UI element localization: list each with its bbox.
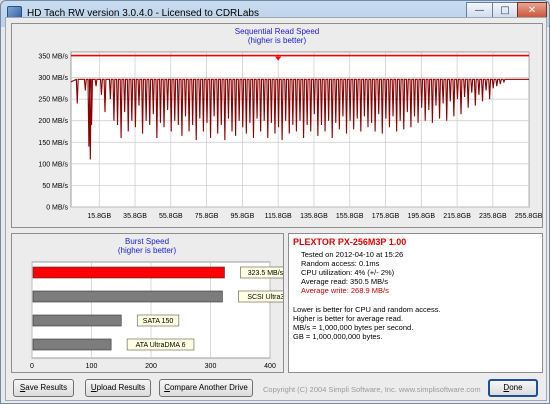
seq-y-tick-label: 100 MB/s	[38, 161, 68, 168]
burst-chart-subtitle: (higher is better)	[118, 246, 177, 255]
burst-x-tick-label: 400	[264, 363, 276, 370]
seq-x-tick-label: 115.8GB	[265, 213, 292, 220]
burst-bar	[32, 338, 112, 351]
seq-y-tick-label: 250 MB/s	[38, 97, 68, 104]
cpu-utilization: CPU utilization: 4% (+/- 2%)	[301, 268, 395, 277]
seq-x-tick-label: 95.8GB	[231, 213, 255, 220]
sequential-read-chart: Sequential Read Speed(higher is better) 0…	[38, 27, 542, 220]
drive-info-panel: PLEXTOR PX-256M3P 1.00 Tested on 2012-04…	[288, 233, 543, 373]
seq-x-tick-label: 75.8GB	[195, 213, 219, 220]
seq-x-tick-label: 55.8GB	[159, 213, 183, 220]
seq-y-tick-label: 200 MB/s	[38, 118, 68, 125]
random-access: Random access: 0.1ms	[301, 259, 380, 268]
seq-y-tick-label: 150 MB/s	[38, 140, 68, 147]
burst-x-tick-label: 100	[86, 363, 98, 370]
seq-x-tick-label: 255.8GB	[515, 213, 542, 220]
seq-y-tick-label: 0 MB/s	[46, 205, 68, 212]
drive-name: PLEXTOR PX-256M3P 1.00	[293, 237, 407, 247]
average-read: Average read: 350.5 MB/s	[301, 277, 388, 286]
burst-bar	[32, 266, 225, 279]
note-line: GB = 1,000,000,000 bytes.	[293, 332, 383, 341]
burst-x-tick-label: 300	[205, 363, 217, 370]
seq-y-tick-label: 50 MB/s	[42, 183, 68, 190]
tested-date: Tested on 2012-04-10 at 15:26	[301, 250, 404, 259]
burst-bar	[32, 290, 223, 303]
burst-bar	[32, 314, 122, 327]
burst-x-tick-label: 200	[145, 363, 157, 370]
seq-chart-title: Sequential Read Speed	[235, 27, 320, 36]
save-results-label: ave Results	[25, 383, 68, 392]
seq-x-tick-label: 175.8GB	[372, 213, 400, 220]
seq-y-tick-label: 300 MB/s	[38, 75, 68, 82]
note-line: MB/s = 1,000,000 bytes per second.	[293, 323, 414, 332]
seq-chart-subtitle: (higher is better)	[248, 36, 307, 45]
burst-x-tick-label: 0	[30, 363, 34, 370]
seq-x-tick-label: 155.8GB	[336, 213, 364, 220]
seq-x-tick-label: 195.8GB	[407, 213, 435, 220]
note-line: Higher is better for average read.	[293, 314, 404, 323]
save-results-button[interactable]: Save Results	[13, 379, 74, 397]
seq-y-tick-label: 350 MB/s	[38, 54, 68, 61]
done-label: one	[509, 383, 523, 392]
burst-speed-panel: Burst Speed (higher is better) 0 100 200 300 4…	[11, 233, 302, 373]
compare-drive-button[interactable]: Compare Another Drive	[159, 379, 253, 397]
seq-x-tick-label: 15.8GB	[87, 213, 111, 220]
burst-bar-label: 323.5 MB/s	[248, 270, 283, 277]
compare-drive-label: ompare Another Drive	[169, 383, 248, 392]
burst-bar-label: SCSI Ultra320	[247, 294, 283, 301]
burst-bar-label: ATA UltraDMA 6	[136, 342, 186, 349]
seq-x-tick-label: 215.8GB	[443, 213, 471, 220]
burst-chart-title: Burst Speed	[125, 237, 169, 246]
upload-results-label: pload Results	[96, 383, 146, 392]
upload-results-button[interactable]: Upload Results	[85, 379, 151, 397]
done-button[interactable]: Done	[488, 379, 538, 397]
sequential-read-panel: Sequential Read Speed (higher is better) 0…	[11, 23, 543, 228]
seq-plot-area	[70, 51, 530, 208]
burst-bar-label: SATA 150	[143, 318, 174, 325]
seq-x-tick-label: 235.8GB	[479, 213, 507, 220]
note-line: Lower is better for CPU and random acces…	[293, 305, 441, 314]
burst-speed-chart: Burst Speed(higher is better) 0 100 200 300 4…	[30, 237, 302, 370]
seq-x-tick-label: 35.8GB	[123, 213, 147, 220]
client-area: Sequential Read Speed (higher is better) 0…	[5, 17, 547, 401]
app-window: HD Tach RW version 3.0.4.0 - Licensed to…	[0, 0, 550, 404]
average-write: Average write: 268.9 MB/s	[301, 286, 389, 295]
seq-x-tick-label: 135.8GB	[300, 213, 328, 220]
copyright-text: Copyright (C) 2004 Simpli Software, Inc.…	[263, 385, 481, 394]
